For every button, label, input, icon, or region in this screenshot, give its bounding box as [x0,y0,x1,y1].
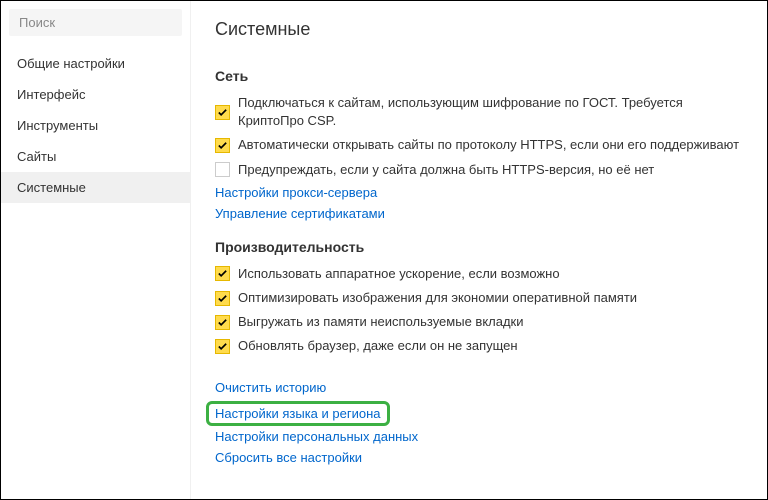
sidebar-item-system[interactable]: Системные [1,172,190,203]
check-icon [217,268,228,279]
checkbox-label: Автоматически открывать сайты по протоко… [238,136,739,154]
checkbox-https-warn[interactable] [215,162,230,177]
link-reset-all[interactable]: Сбросить все настройки [215,450,743,465]
link-certificates[interactable]: Управление сертификатами [215,206,743,221]
checkbox-label: Оптимизировать изображения для экономии … [238,289,637,307]
checkbox-update-bg[interactable] [215,339,230,354]
sidebar-item-general[interactable]: Общие настройки [1,48,190,79]
section-title-performance: Производительность [215,239,743,255]
link-language-region[interactable]: Настройки языка и региона [215,406,381,421]
section-title-network: Сеть [215,68,743,84]
checkbox-label: Предупреждать, если у сайта должна быть … [238,161,654,179]
sidebar-item-tools[interactable]: Инструменты [1,110,190,141]
search-input[interactable]: Поиск [9,9,182,36]
bottom-links: Очистить историю Настройки языка и регио… [215,380,743,465]
checkbox-unload-tabs[interactable] [215,315,230,330]
checkbox-row-https-auto: Автоматически открывать сайты по протоко… [215,136,743,154]
checkbox-https-auto[interactable] [215,138,230,153]
checkbox-row-gost: Подключаться к сайтам, использующим шифр… [215,94,743,130]
sidebar: Поиск Общие настройки Интерфейс Инструме… [1,1,191,499]
checkbox-optimize-img[interactable] [215,291,230,306]
checkbox-label: Подключаться к сайтам, использующим шифр… [238,94,743,130]
link-clear-history[interactable]: Очистить историю [215,380,743,395]
checkbox-hw-accel[interactable] [215,266,230,281]
checkbox-gost[interactable] [215,105,230,120]
check-icon [217,341,228,352]
settings-window: Поиск Общие настройки Интерфейс Инструме… [0,0,768,500]
link-proxy-settings[interactable]: Настройки прокси-сервера [215,185,743,200]
main-panel: Системные Сеть Подключаться к сайтам, ис… [191,1,767,499]
check-icon [217,140,228,151]
checkbox-label: Обновлять браузер, даже если он не запущ… [238,337,518,355]
highlight-language-region: Настройки языка и региона [206,401,390,426]
link-personal-data[interactable]: Настройки персональных данных [215,429,743,444]
checkbox-row-hw-accel: Использовать аппаратное ускорение, если … [215,265,743,283]
sidebar-item-sites[interactable]: Сайты [1,141,190,172]
network-links: Настройки прокси-сервера Управление серт… [215,185,743,221]
checkbox-row-https-warn: Предупреждать, если у сайта должна быть … [215,161,743,179]
check-icon [217,317,228,328]
check-icon [217,107,228,118]
checkbox-row-optimize-img: Оптимизировать изображения для экономии … [215,289,743,307]
sidebar-item-interface[interactable]: Интерфейс [1,79,190,110]
check-icon [217,293,228,304]
checkbox-row-update-bg: Обновлять браузер, даже если он не запущ… [215,337,743,355]
checkbox-label: Выгружать из памяти неиспользуемые вклад… [238,313,524,331]
checkbox-row-unload-tabs: Выгружать из памяти неиспользуемые вклад… [215,313,743,331]
page-title: Системные [215,19,743,40]
checkbox-label: Использовать аппаратное ускорение, если … [238,265,560,283]
